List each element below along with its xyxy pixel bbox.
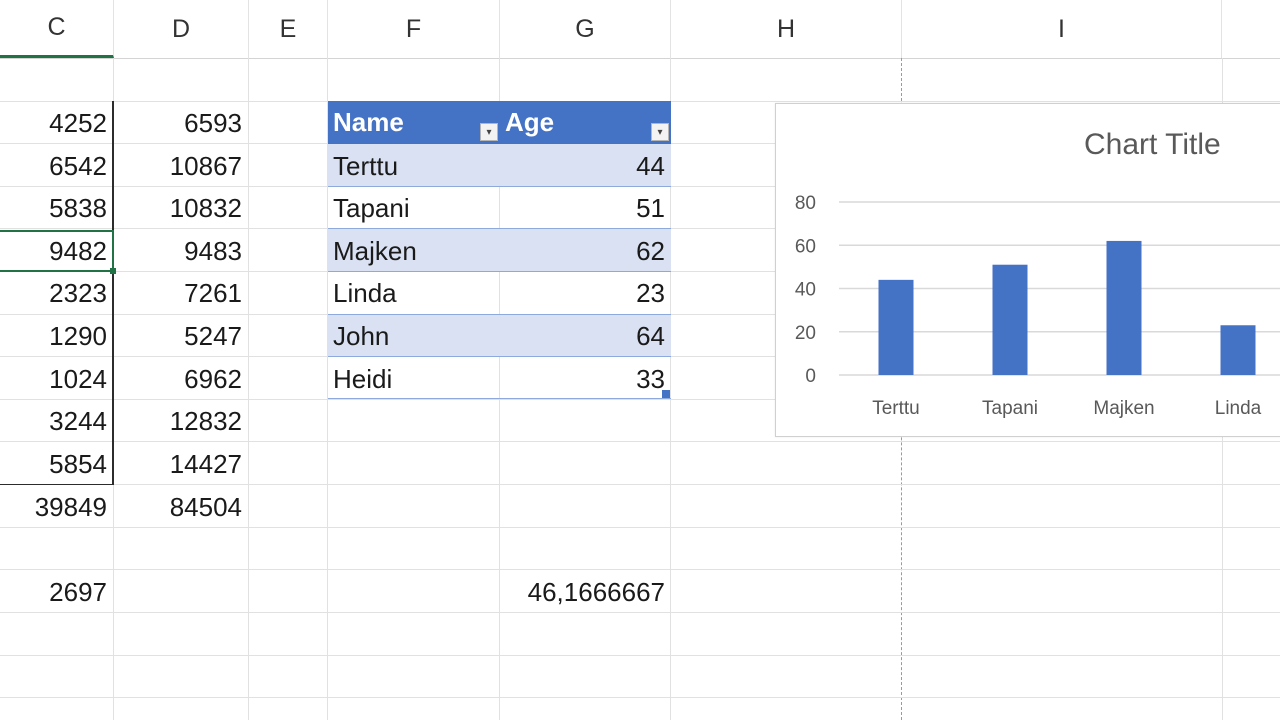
cell-g-average[interactable]: 46,1666667	[500, 571, 671, 613]
sort-filter-icon[interactable]: ▾	[480, 123, 498, 141]
cell-d[interactable]: 14427	[114, 443, 248, 485]
cell-d[interactable]: 12832	[114, 400, 248, 442]
y-tick-label: 80	[795, 193, 816, 214]
column-header-f[interactable]: F	[328, 0, 500, 58]
column-header-row: C D E F G H I	[0, 0, 1280, 59]
cell-d[interactable]: 10867	[114, 145, 248, 187]
table-cell-name[interactable]: Majken	[328, 230, 500, 272]
column-header-c[interactable]: C	[0, 0, 114, 58]
chart-bar-linda[interactable]	[1220, 325, 1256, 375]
table-cell-age[interactable]: 23	[500, 272, 671, 314]
gridline	[0, 655, 1280, 656]
y-tick-label: 20	[795, 323, 816, 344]
table-cell-name[interactable]: Linda	[328, 272, 500, 314]
cell-c[interactable]: 4252	[0, 102, 113, 144]
cell-d[interactable]: 10832	[114, 187, 248, 229]
cell-d[interactable]: 6593	[114, 102, 248, 144]
fill-handle[interactable]	[110, 268, 116, 274]
cell-d[interactable]: 5247	[114, 315, 248, 357]
gridline	[248, 58, 249, 720]
active-cell-outline	[0, 230, 114, 272]
column-header-j[interactable]	[1222, 0, 1280, 58]
cell-d[interactable]: 7261	[114, 272, 248, 314]
column-header-d[interactable]: D	[114, 0, 249, 58]
cell-d[interactable]: 6962	[114, 358, 248, 400]
table-cell-name[interactable]: Tapani	[328, 187, 500, 229]
column-header-i[interactable]: I	[902, 0, 1222, 58]
table-cell-name[interactable]: John	[328, 315, 500, 357]
table-cell-age[interactable]: 44	[500, 145, 671, 187]
gridline	[0, 697, 1280, 698]
x-category-label: Tapani	[982, 398, 1038, 419]
cell-c[interactable]: 6542	[0, 145, 113, 187]
x-category-label: Linda	[1215, 398, 1262, 419]
cell-d-sum[interactable]: 84504	[114, 486, 248, 528]
column-header-e[interactable]: E	[249, 0, 328, 58]
gridline	[0, 569, 1280, 570]
x-category-label: Majken	[1093, 398, 1154, 419]
column-header-g[interactable]: G	[500, 0, 671, 58]
chart-bar-majken[interactable]	[1106, 240, 1142, 375]
chart-bar-terttu[interactable]	[878, 279, 914, 375]
x-category-label: Terttu	[872, 398, 920, 419]
y-tick-label: 60	[795, 236, 816, 257]
column-header-h[interactable]: H	[671, 0, 902, 58]
y-tick-label: 40	[795, 280, 816, 301]
chart-title[interactable]: Chart Title	[1084, 128, 1221, 162]
cell-border	[112, 101, 114, 485]
filter-dropdown-icon[interactable]: ▾	[651, 123, 669, 141]
cell-c[interactable]: 5838	[0, 187, 113, 229]
chart-bar-tapani[interactable]	[992, 264, 1028, 375]
cell-d[interactable]: 9483	[114, 230, 248, 272]
table-header-age[interactable]: Age	[500, 101, 671, 144]
cell-c-sum[interactable]: 39849	[0, 486, 113, 528]
table-cell-name[interactable]: Heidi	[328, 358, 500, 400]
cell-c[interactable]: 2323	[0, 272, 113, 314]
table-cell-age[interactable]: 51	[500, 187, 671, 229]
cell-c[interactable]: 1290	[0, 315, 113, 357]
cell-border	[0, 484, 114, 485]
table-resize-handle[interactable]	[662, 390, 670, 398]
table-cell-age[interactable]: 33	[500, 358, 671, 400]
table-cell-name[interactable]: Terttu	[328, 145, 500, 187]
cell-c[interactable]: 2697	[0, 571, 113, 613]
table-header-name[interactable]: Name	[328, 101, 500, 144]
cell-c[interactable]: 3244	[0, 400, 113, 442]
cell-c[interactable]: 1024	[0, 358, 113, 400]
cell-c[interactable]: 5854	[0, 443, 113, 485]
table-cell-age[interactable]: 64	[500, 315, 671, 357]
y-tick-label: 0	[805, 366, 816, 387]
spreadsheet-grid[interactable]: C D E F G H I 4252 6542 5838 9482 2323 1…	[0, 0, 1280, 720]
table-cell-age[interactable]: 62	[500, 230, 671, 272]
table-header: Name Age ▾ ▾	[328, 101, 671, 144]
